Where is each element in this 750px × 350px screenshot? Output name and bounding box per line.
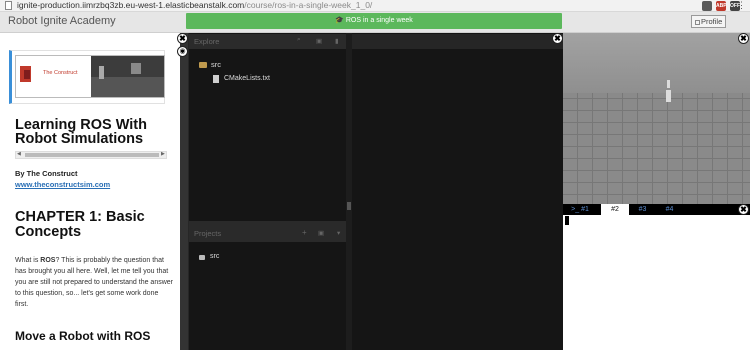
close-shell-icon[interactable]: ✖	[738, 204, 749, 215]
page-icon	[5, 1, 12, 10]
thumbnail-object	[131, 63, 141, 74]
intro-paragraph: What is ROS? This is probably the questi…	[15, 257, 173, 308]
caret-down-icon[interactable]: ▾	[337, 229, 340, 237]
author-site-link[interactable]: www.theconstructsim.com	[15, 180, 110, 189]
course-title-bar: 🎓 ROS in a single week	[186, 13, 562, 29]
projects-label: Projects	[194, 229, 222, 238]
notebook-title: Learning ROS With Robot Simulations	[15, 117, 147, 147]
splitter-grip[interactable]	[347, 202, 351, 210]
logo-text: The Construct	[43, 70, 78, 76]
sim-sky	[563, 33, 750, 93]
url-text[interactable]: ignite-production.iimrzbq3zb.eu-west-1.e…	[17, 0, 372, 11]
shell-terminal[interactable]	[563, 206, 750, 350]
add-project-icon[interactable]: +	[302, 228, 307, 237]
shell-tab-2[interactable]: #2	[601, 204, 629, 215]
profile-button[interactable]: Profile	[691, 15, 726, 28]
file-icon	[213, 75, 219, 83]
close-simulation-icon[interactable]: ✖	[738, 33, 749, 44]
close-ide-icon[interactable]: ✖	[552, 33, 563, 44]
camera-icon[interactable]: ▣	[318, 229, 324, 237]
construct-logo-mark	[24, 70, 30, 79]
shell-tab-4[interactable]: #4	[657, 204, 682, 215]
app-header: Robot Ignite Academy 🎓 ROS in a single w…	[0, 12, 750, 33]
eye-icon[interactable]: ◉	[177, 46, 188, 57]
search-icon[interactable]: ⌕	[297, 36, 301, 44]
scroll-left-icon[interactable]: ◀	[17, 151, 21, 157]
editor-tab-bar	[352, 34, 563, 49]
project-icon	[199, 255, 205, 260]
shell-tab-1[interactable]: >_ #1	[566, 204, 594, 215]
shell-tab-3[interactable]: #3	[630, 204, 655, 215]
gazebo-simulation-view[interactable]	[563, 33, 750, 206]
sim-robot-head	[667, 80, 670, 88]
profile-picture-icon	[695, 19, 700, 25]
close-notebook-icon[interactable]: ✖	[177, 33, 188, 44]
brand-title[interactable]: Robot Ignite Academy	[8, 15, 116, 27]
chapter-heading: CHAPTER 1: Basic Concepts	[15, 209, 145, 240]
author-line: By The Construct	[15, 169, 78, 178]
tree-item-src[interactable]: src	[211, 60, 221, 69]
tree-item-cmakelists[interactable]: CMakeLists.txt	[224, 75, 270, 82]
terminal-cursor	[565, 216, 569, 225]
camera-icon[interactable]: ▣	[316, 37, 322, 45]
scrollbar-thumb[interactable]	[25, 153, 159, 157]
browser-menu-icon[interactable]: ⋮	[737, 0, 746, 11]
browser-url-bar[interactable]: ignite-production.iimrzbq3zb.eu-west-1.e…	[0, 0, 750, 12]
scroll-right-icon[interactable]: ▶	[161, 151, 165, 157]
code-editor[interactable]	[352, 33, 563, 350]
thumbnail-robot	[99, 66, 104, 79]
horizontal-scrollbar[interactable]: ◀ ▶	[15, 151, 167, 159]
sim-ground-grid	[563, 93, 750, 206]
graduation-cap-icon: 🎓	[335, 17, 346, 24]
project-item-src[interactable]: src	[210, 253, 219, 260]
sim-robot-body	[666, 90, 671, 102]
extension-icon-1[interactable]	[702, 1, 712, 11]
folder-icon	[199, 62, 207, 68]
panel-divider[interactable]	[180, 33, 188, 350]
explore-label: Explore	[194, 37, 220, 46]
lock-icon[interactable]: ▮	[335, 37, 339, 45]
thumbnail-floor	[91, 77, 164, 97]
section-heading: Move a Robot with ROS	[15, 329, 151, 343]
adblock-extension-icon[interactable]: ABP	[716, 1, 727, 11]
